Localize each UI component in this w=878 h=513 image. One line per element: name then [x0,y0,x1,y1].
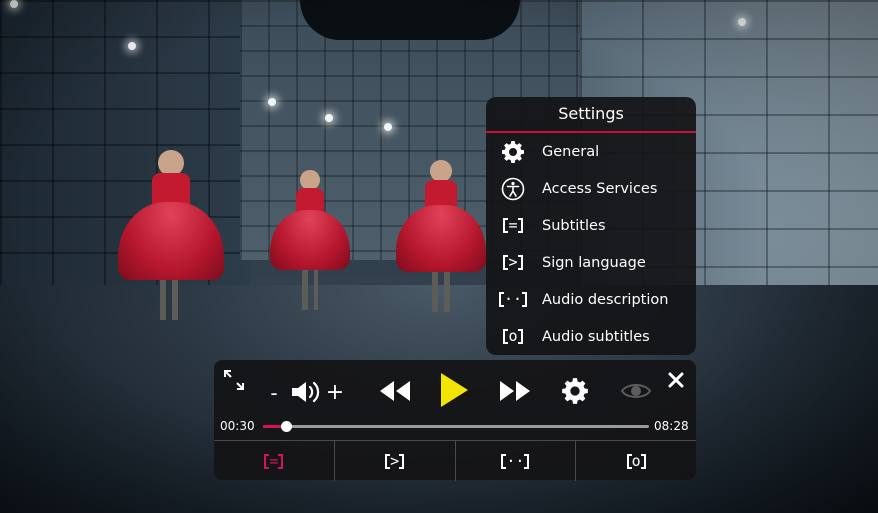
sign-language-icon: > [500,250,526,276]
fullscreen-icon [224,370,244,390]
play-icon [441,373,468,407]
settings-list: General Access Services = Subtitles > Si… [486,133,696,355]
fullscreen-button[interactable] [220,366,248,394]
settings-item-label: Sign language [542,254,646,271]
close-icon [668,372,684,388]
sign-language-icon: > [385,453,405,469]
settings-item-label: Audio description [542,291,669,308]
subtitles-icon: = [264,453,284,469]
settings-item-audio-subtitles[interactable]: o Audio subtitles [486,318,696,355]
player-controls: - + 00:30 08:28 = > ·· o [214,360,696,481]
audio-subtitles-icon: o [626,453,646,469]
settings-item-sign-language[interactable]: > Sign language [486,244,696,281]
duration: 08:28 [654,419,689,433]
seek-bar[interactable] [263,421,649,432]
play-button[interactable] [436,370,472,410]
tab-subtitles[interactable]: = [214,441,335,481]
volume-up-button[interactable]: + [324,378,346,406]
settings-item-access-services[interactable]: Access Services [486,170,696,207]
audio-description-icon: ·· [501,453,530,469]
settings-menu: Settings General Access Services = Subti… [486,97,696,355]
fast-forward-icon [500,381,530,401]
eye-icon [621,384,651,398]
fast-forward-button[interactable] [498,376,532,406]
rewind-icon [380,381,410,401]
tab-audio-description[interactable]: ·· [456,441,577,481]
gear-icon [562,378,588,404]
settings-button[interactable] [558,374,592,408]
accessibility-icon [500,176,526,202]
volume-icon [288,376,322,408]
settings-item-subtitles[interactable]: = Subtitles [486,207,696,244]
gear-icon [500,139,526,165]
settings-item-label: Audio subtitles [542,328,650,345]
audio-subtitles-icon: o [500,324,526,350]
settings-item-label: Subtitles [542,217,606,234]
close-button[interactable] [664,368,688,392]
visibility-button[interactable] [618,376,654,406]
settings-item-audio-description[interactable]: ·· Audio description [486,281,696,318]
volume-down-button[interactable]: - [264,380,284,406]
rewind-button[interactable] [378,376,412,406]
tab-audio-subtitles[interactable]: o [576,441,696,481]
audio-description-icon: ·· [498,287,528,313]
current-time: 00:30 [220,419,255,433]
settings-item-label: Access Services [542,180,658,197]
settings-title: Settings [486,97,696,133]
access-tabs: = > ·· o [214,440,696,481]
seek-bar-handle[interactable] [280,421,292,432]
settings-item-general[interactable]: General [486,133,696,170]
tab-sign-language[interactable]: > [335,441,456,481]
subtitles-icon: = [500,213,526,239]
settings-item-label: General [542,143,600,160]
